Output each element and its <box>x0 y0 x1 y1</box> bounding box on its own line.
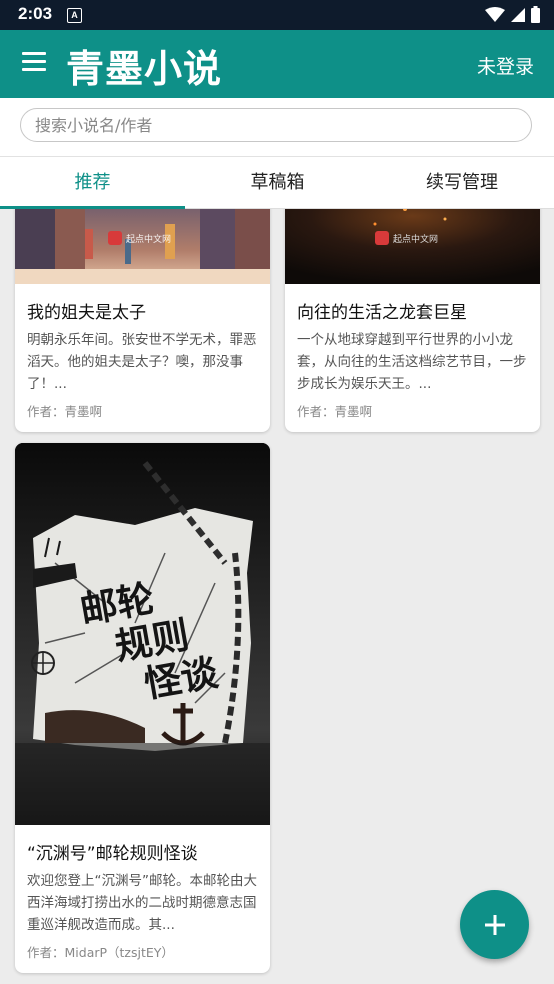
book-cover: 邮轮 规则 怪谈 <box>15 443 270 825</box>
qidian-logo-icon <box>375 231 389 245</box>
book-title: “沉渊号”邮轮规则怪谈 <box>27 844 198 864</box>
search-bar <box>0 98 554 156</box>
app-bar: 青墨小说 未登录 <box>0 30 554 98</box>
plus-icon <box>484 914 505 935</box>
status-bar: 2:03 A <box>0 0 554 30</box>
wifi-icon <box>485 6 505 22</box>
tab-bar: 推荐 草稿箱 续写管理 <box>0 156 554 209</box>
book-grid[interactable]: 起点中文网 我的姐夫是太子 明朝永乐年间。张安世不学无术，罪恶滔天。他的姐夫是太… <box>0 209 554 984</box>
tab-recommend[interactable]: 推荐 <box>0 157 185 209</box>
tab-drafts[interactable]: 草稿箱 <box>185 157 370 209</box>
book-description: 明朝永乐年间。张安世不学无术，罪恶滔天。他的姐夫是太子？噢，那没事了！... <box>27 332 257 392</box>
book-cover-art <box>15 209 270 284</box>
menu-icon[interactable] <box>22 52 46 72</box>
book-description: 一个从地球穿越到平行世界的小小龙套，从向往的生活这档综艺节目，一步步成长为娱乐天… <box>297 332 527 392</box>
book-cover-art <box>285 209 540 284</box>
book-author: 作者：青墨啊 <box>27 404 103 419</box>
book-card[interactable]: 起点中文网 向往的生活之龙套巨星 一个从地球穿越到平行世界的小小龙套，从向往的生… <box>285 209 540 432</box>
signal-icon <box>511 7 525 22</box>
book-description: 欢迎您登上“沉渊号”邮轮。本邮轮由大西洋海域打捞出水的二战时期德意志国重巡洋舰改… <box>27 873 257 933</box>
book-title: 我的姐夫是太子 <box>27 303 146 323</box>
status-time: 2:03 <box>18 4 53 23</box>
book-card[interactable]: 邮轮 规则 怪谈 “沉渊号”邮轮规则怪谈 欢迎您登上“沉渊号”邮轮。本邮轮由大西… <box>15 443 270 973</box>
book-title: 向往的生活之龙套巨星 <box>297 303 467 323</box>
cover-watermark: 起点中文网 <box>108 231 171 245</box>
notification-icon: A <box>67 8 82 23</box>
book-author: 作者：青墨啊 <box>297 404 373 419</box>
search-input[interactable] <box>20 108 532 142</box>
book-cover: 起点中文网 <box>15 209 270 284</box>
cover-title-art: 邮轮 规则 怪谈 <box>76 575 222 707</box>
book-card[interactable]: 起点中文网 我的姐夫是太子 明朝永乐年间。张安世不学无术，罪恶滔天。他的姐夫是太… <box>15 209 270 432</box>
qidian-logo-icon <box>108 231 122 245</box>
cover-watermark: 起点中文网 <box>375 231 438 245</box>
login-button[interactable]: 未登录 <box>477 52 534 79</box>
book-author: 作者：MidarP（tzsjtEY） <box>27 945 174 960</box>
add-button[interactable] <box>460 890 529 959</box>
book-cover: 起点中文网 <box>285 209 540 284</box>
tab-continuation[interactable]: 续写管理 <box>370 157 554 209</box>
battery-icon <box>531 6 540 23</box>
app-title: 青墨小说 <box>66 47 223 91</box>
